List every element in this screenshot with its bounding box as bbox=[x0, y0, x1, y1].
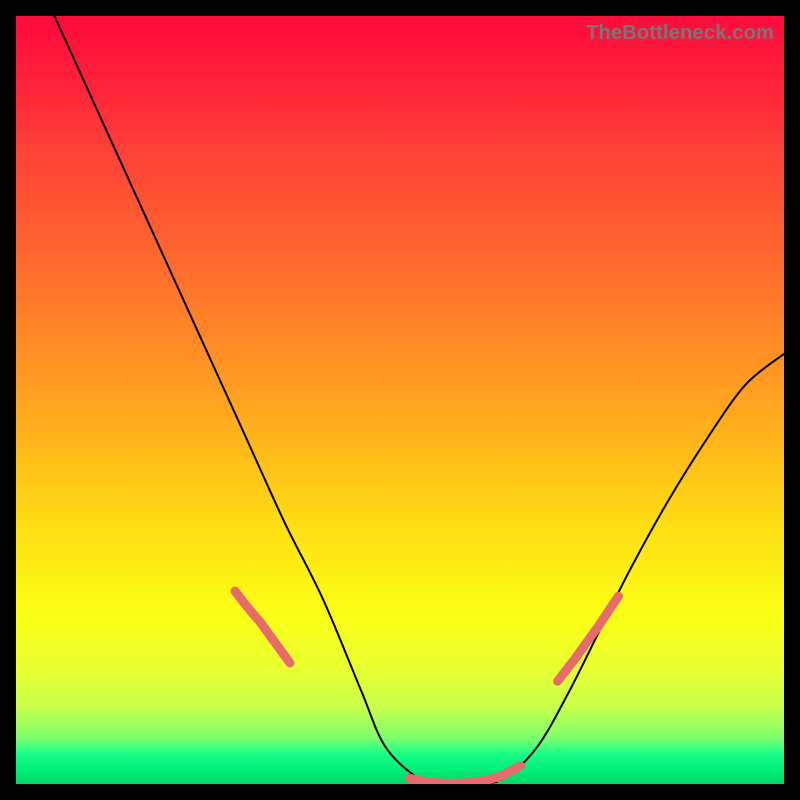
data-marker bbox=[510, 766, 521, 772]
marker-layer bbox=[235, 591, 618, 783]
data-marker bbox=[612, 596, 619, 606]
plot-area: TheBottleneck.com bbox=[16, 16, 784, 784]
data-marker bbox=[471, 781, 483, 783]
data-marker bbox=[283, 653, 290, 663]
chart-frame: TheBottleneck.com bbox=[0, 0, 800, 800]
chart-svg bbox=[16, 16, 784, 784]
bottleneck-curve bbox=[54, 16, 784, 784]
